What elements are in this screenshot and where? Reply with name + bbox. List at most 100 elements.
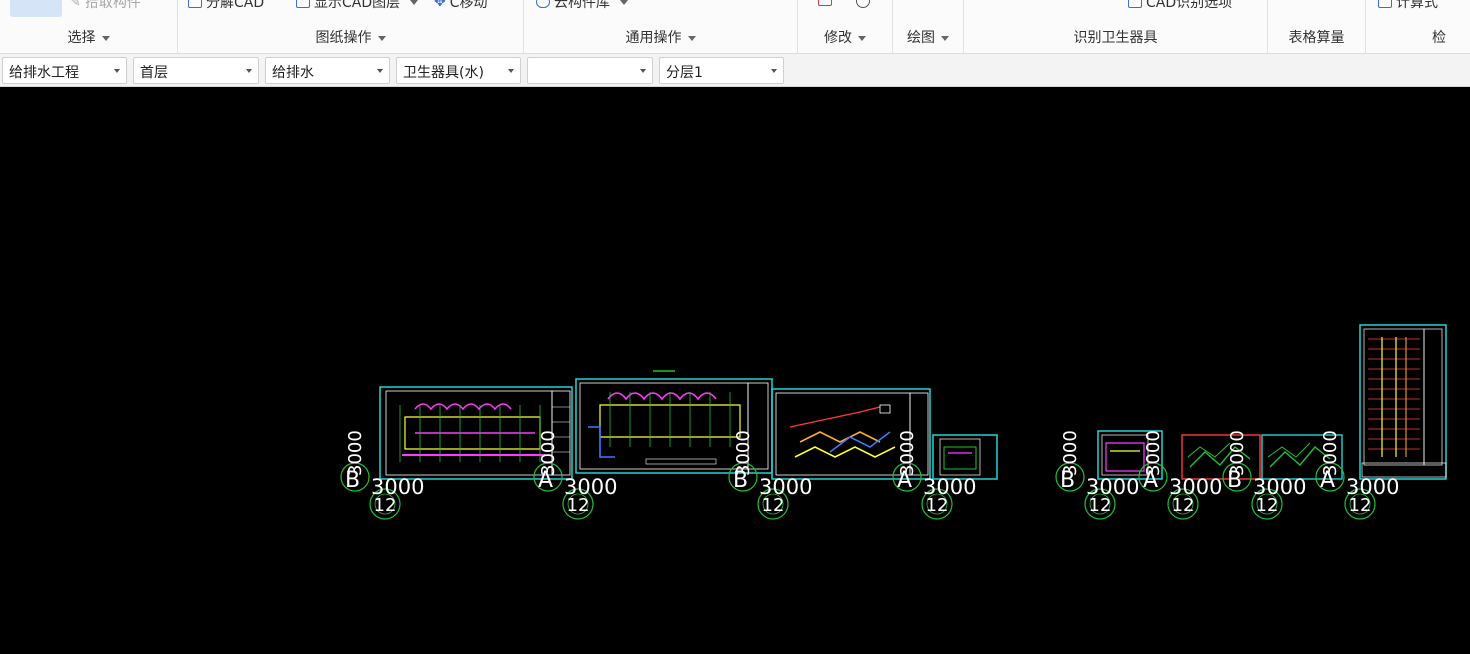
explode-cad-button[interactable]: 分解CAD [188, 0, 264, 12]
axis-marker: A 3000300012 [892, 430, 976, 520]
component-select[interactable] [527, 57, 653, 84]
cad-identify-options-button[interactable]: CAD识别选项 [1128, 0, 1232, 12]
ribbon-group-identify: CAD识别选项 识别卫生器具 [964, 0, 1268, 53]
component-type-select[interactable]: 卫生器具(水) [396, 57, 521, 84]
chevron-down-icon [508, 69, 514, 73]
show-cad-layers-label: 显示CAD图层 [314, 0, 401, 11]
ribbon-group-drawing-ops-caption[interactable]: 图纸操作 [178, 27, 523, 47]
chevron-down-icon [246, 69, 252, 73]
explode-icon [188, 0, 202, 8]
axis-number-label: 12 [1089, 495, 1112, 516]
dimension-label-vertical: 3000 [1060, 430, 1081, 476]
c-move-button[interactable]: ✥ C移动 [434, 0, 488, 12]
formula-button[interactable]: 计算式 [1378, 0, 1438, 12]
axis-number-label: 12 [567, 495, 590, 516]
floor-select[interactable]: 首层 [133, 57, 259, 84]
pick-icon: ✎ [70, 0, 81, 10]
axis-marker: B 3000300012 [728, 430, 812, 520]
axis-number-label: 12 [1256, 495, 1279, 516]
axis-marker: A 3000300012 [1138, 430, 1222, 520]
axis-number-label: 12 [926, 495, 949, 516]
rotate-button[interactable] [856, 0, 870, 8]
ribbon-group-drawing-ops: 分解CAD 显示CAD图层 ✥ C移动 图纸操作 [178, 0, 524, 53]
common-ops-caption-text: 通用操作 [625, 30, 682, 46]
cad-drawing-canvas[interactable]: B 3000 3000 12 A 3000 3000 12 B 3000 3000 12 A 3000 30… [0, 87, 1470, 654]
axis-number-label: 12 [1349, 495, 1372, 516]
chevron-down-icon [771, 69, 777, 73]
layer-select-value: 分层1 [666, 65, 703, 81]
pick-component-button[interactable]: ✎ 拾取构件 [70, 0, 141, 12]
dimension-label-vertical: 3000 [1320, 430, 1341, 476]
chevron-down-icon [114, 69, 120, 73]
drawing-sheet-6[interactable] [1181, 434, 1261, 480]
drawing-ops-caption-text: 图纸操作 [315, 30, 372, 46]
ribbon: ✎ 拾取构件 选择 分解CAD 显示CAD图层 ✥ C移动 图纸操作 云构件库 … [0, 0, 1470, 54]
chevron-down-icon [377, 69, 383, 73]
chevron-down-icon [941, 35, 949, 41]
ribbon-group-modify: 修改 [798, 0, 893, 53]
drawing-sheet-4[interactable] [932, 434, 998, 480]
cad-drawing-svg[interactable]: B 3000300012A 3000300012B 3000300012A 300030… [0, 87, 1470, 654]
dimension-label-vertical: 3000 [733, 430, 754, 476]
ribbon-group-common-ops-caption[interactable]: 通用操作 [524, 27, 797, 47]
drawing-sheet-8[interactable] [1359, 324, 1447, 480]
component-type-select-value: 卫生器具(水) [403, 65, 484, 81]
chevron-down-icon [410, 0, 419, 5]
axis-number-label: 12 [1172, 495, 1195, 516]
dimension-label-vertical: 3000 [538, 430, 559, 476]
discipline-select[interactable]: 给排水 [265, 57, 390, 84]
dimension-label-vertical: 3000 [1227, 430, 1248, 476]
floor-select-value: 首层 [140, 65, 168, 81]
ribbon-group-check-caption: 检 [1432, 27, 1470, 47]
axis-marker: A 3000300012 [1315, 430, 1399, 520]
modify-caption-text: 修改 [824, 30, 852, 46]
layer-select[interactable]: 分层1 [659, 57, 784, 84]
cloud-library-button[interactable]: 云构件库 [536, 0, 628, 12]
ribbon-group-draw-caption[interactable]: 绘图 [893, 27, 963, 47]
ribbon-group-identify-caption: 识别卫生器具 [964, 27, 1267, 47]
table-calc-caption-text: 表格算量 [1288, 30, 1345, 46]
chevron-down-icon [377, 35, 386, 41]
dimension-label-vertical: 3000 [1143, 430, 1164, 476]
chevron-down-icon [101, 35, 110, 41]
chevron-down-icon [687, 35, 696, 41]
circle-icon [856, 0, 870, 8]
chevron-down-icon [858, 35, 866, 41]
cloud-library-label: 云构件库 [554, 0, 610, 11]
combo-toolbar: 给排水工程 首层 给排水 卫生器具(水) 分层1 [0, 54, 1470, 87]
pick-component-label: 拾取构件 [84, 0, 141, 11]
discipline-select-value: 给排水 [272, 65, 314, 81]
ribbon-group-select: ✎ 拾取构件 选择 [0, 0, 178, 53]
ribbon-group-check: 计算式 检 [1366, 0, 1470, 53]
dimension-label-vertical: 3000 [897, 430, 918, 476]
ribbon-group-draw: 绘图 [893, 0, 964, 53]
explode-cad-label: 分解CAD [206, 0, 265, 11]
ribbon-group-table-calc: 表格算量 [1268, 0, 1366, 53]
axis-marker: B 3000300012 [1222, 430, 1306, 520]
options-icon [1128, 0, 1142, 8]
ribbon-group-table-calc-caption: 表格算量 [1268, 27, 1365, 47]
axis-number-label: 12 [762, 495, 785, 516]
formula-icon [1378, 0, 1392, 8]
show-cad-layers-button[interactable]: 显示CAD图层 [296, 0, 419, 12]
layers-icon [296, 0, 310, 8]
chevron-down-icon [620, 0, 628, 5]
axis-marker: B 3000300012 [340, 430, 424, 520]
delete-button[interactable] [818, 0, 832, 6]
identify-caption-text: 识别卫生器具 [1073, 30, 1158, 46]
check-caption-text: 检 [1432, 30, 1446, 46]
project-select-value: 给排水工程 [9, 65, 79, 81]
cad-identify-options-label: CAD识别选项 [1146, 0, 1233, 11]
c-move-label: C移动 [449, 0, 488, 11]
select-button[interactable] [10, 0, 62, 17]
project-select[interactable]: 给排水工程 [2, 57, 127, 84]
axis-number-label: 12 [374, 495, 397, 516]
formula-label: 计算式 [1396, 0, 1438, 11]
select-caption-text: 选择 [67, 30, 96, 46]
ribbon-group-common-ops: 云构件库 通用操作 [524, 0, 798, 53]
cloud-icon [536, 0, 550, 8]
dimension-label-vertical: 3000 [345, 430, 366, 476]
ribbon-group-select-caption[interactable]: 选择 [0, 27, 177, 47]
ribbon-group-modify-caption[interactable]: 修改 [798, 27, 892, 47]
move-icon: ✥ [434, 0, 446, 10]
